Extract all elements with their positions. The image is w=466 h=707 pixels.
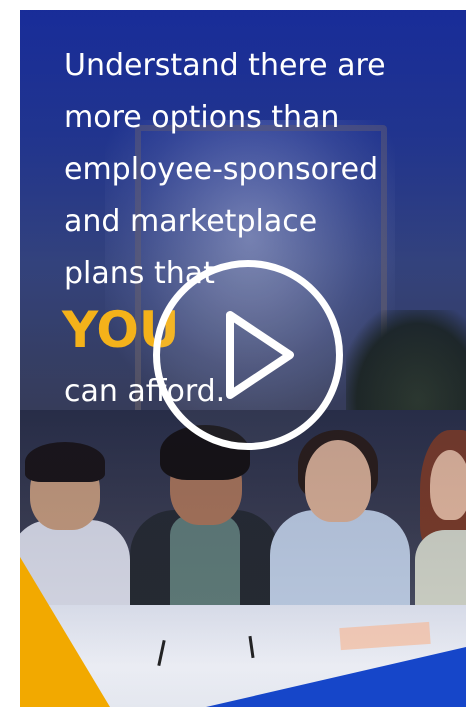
corner-accent-yellow bbox=[20, 557, 110, 707]
headline-line: Understand there are bbox=[64, 48, 386, 83]
headline-line: and marketplace bbox=[64, 204, 318, 239]
headline-line: employee-sponsored bbox=[64, 152, 379, 187]
play-icon bbox=[160, 267, 336, 443]
video-player[interactable]: Understand there are more options than e… bbox=[20, 10, 466, 707]
headline-line: more options than bbox=[64, 100, 340, 135]
corner-accent-blue bbox=[206, 647, 466, 707]
play-button[interactable] bbox=[153, 260, 343, 450]
